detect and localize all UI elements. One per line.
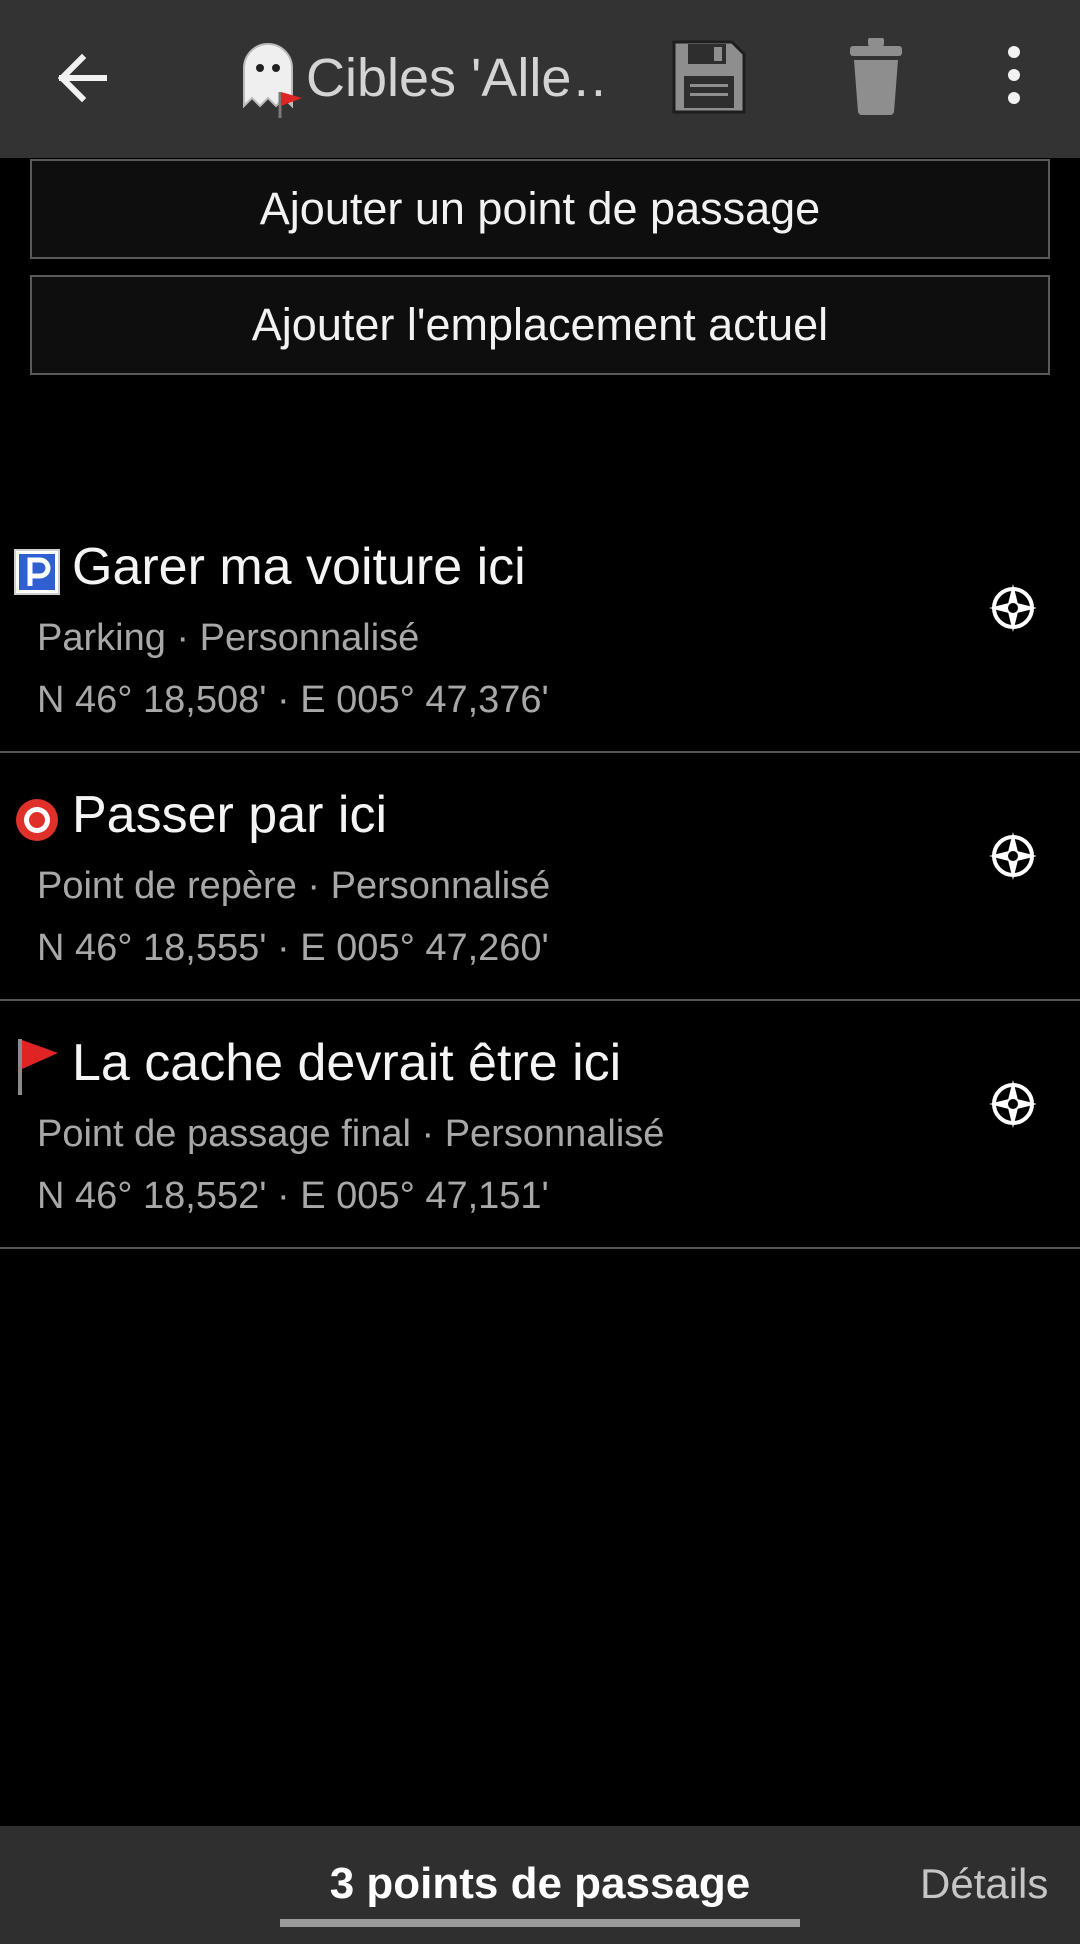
page-title: Cibles 'Alle… — [306, 48, 606, 108]
waypoint-row[interactable]: Garer ma voiture ici Parking · Personnal… — [0, 505, 1080, 753]
waypoint-row[interactable]: Passer par ici Point de repère · Personn… — [0, 753, 1080, 1001]
waypoint-name: Passer par ici — [72, 786, 387, 844]
tab-indicator — [280, 1919, 800, 1927]
navigate-icon[interactable] — [986, 581, 1040, 635]
parking-icon — [14, 549, 60, 595]
save-icon[interactable] — [670, 38, 748, 116]
more-vert-icon[interactable] — [996, 44, 1032, 106]
waypoint-coordinates: N 46° 18,555' · E 005° 47,260' — [37, 927, 549, 969]
waypoint-row[interactable]: La cache devrait être ici Point de passa… — [0, 1001, 1080, 1249]
final-flag-icon — [18, 1039, 58, 1095]
add-current-location-button[interactable]: Ajouter l'emplacement actuel — [30, 275, 1050, 375]
trash-icon[interactable] — [846, 36, 906, 116]
waypoint-coordinates: N 46° 18,508' · E 005° 47,376' — [37, 679, 549, 721]
reference-point-icon — [16, 799, 58, 841]
app-bar: Cibles 'Alle… — [0, 0, 1080, 158]
waypoint-name: Garer ma voiture ici — [72, 538, 526, 596]
waypoint-type: Parking · Personnalisé — [37, 617, 420, 659]
ghost-cache-icon — [243, 43, 302, 118]
waypoint-coordinates: N 46° 18,552' · E 005° 47,151' — [37, 1175, 549, 1217]
waypoint-type: Point de passage final · Personnalisé — [37, 1113, 665, 1155]
add-waypoint-button[interactable]: Ajouter un point de passage — [30, 159, 1050, 259]
bottom-tab-bar: 3 points de passage Détails — [0, 1826, 1080, 1944]
waypoint-type: Point de repère · Personnalisé — [37, 865, 551, 907]
navigate-icon[interactable] — [986, 829, 1040, 883]
back-arrow-icon[interactable] — [48, 42, 120, 114]
waypoint-name: La cache devrait être ici — [72, 1034, 622, 1092]
navigate-icon[interactable] — [986, 1077, 1040, 1131]
tab-details[interactable]: Détails — [920, 1826, 1080, 1944]
